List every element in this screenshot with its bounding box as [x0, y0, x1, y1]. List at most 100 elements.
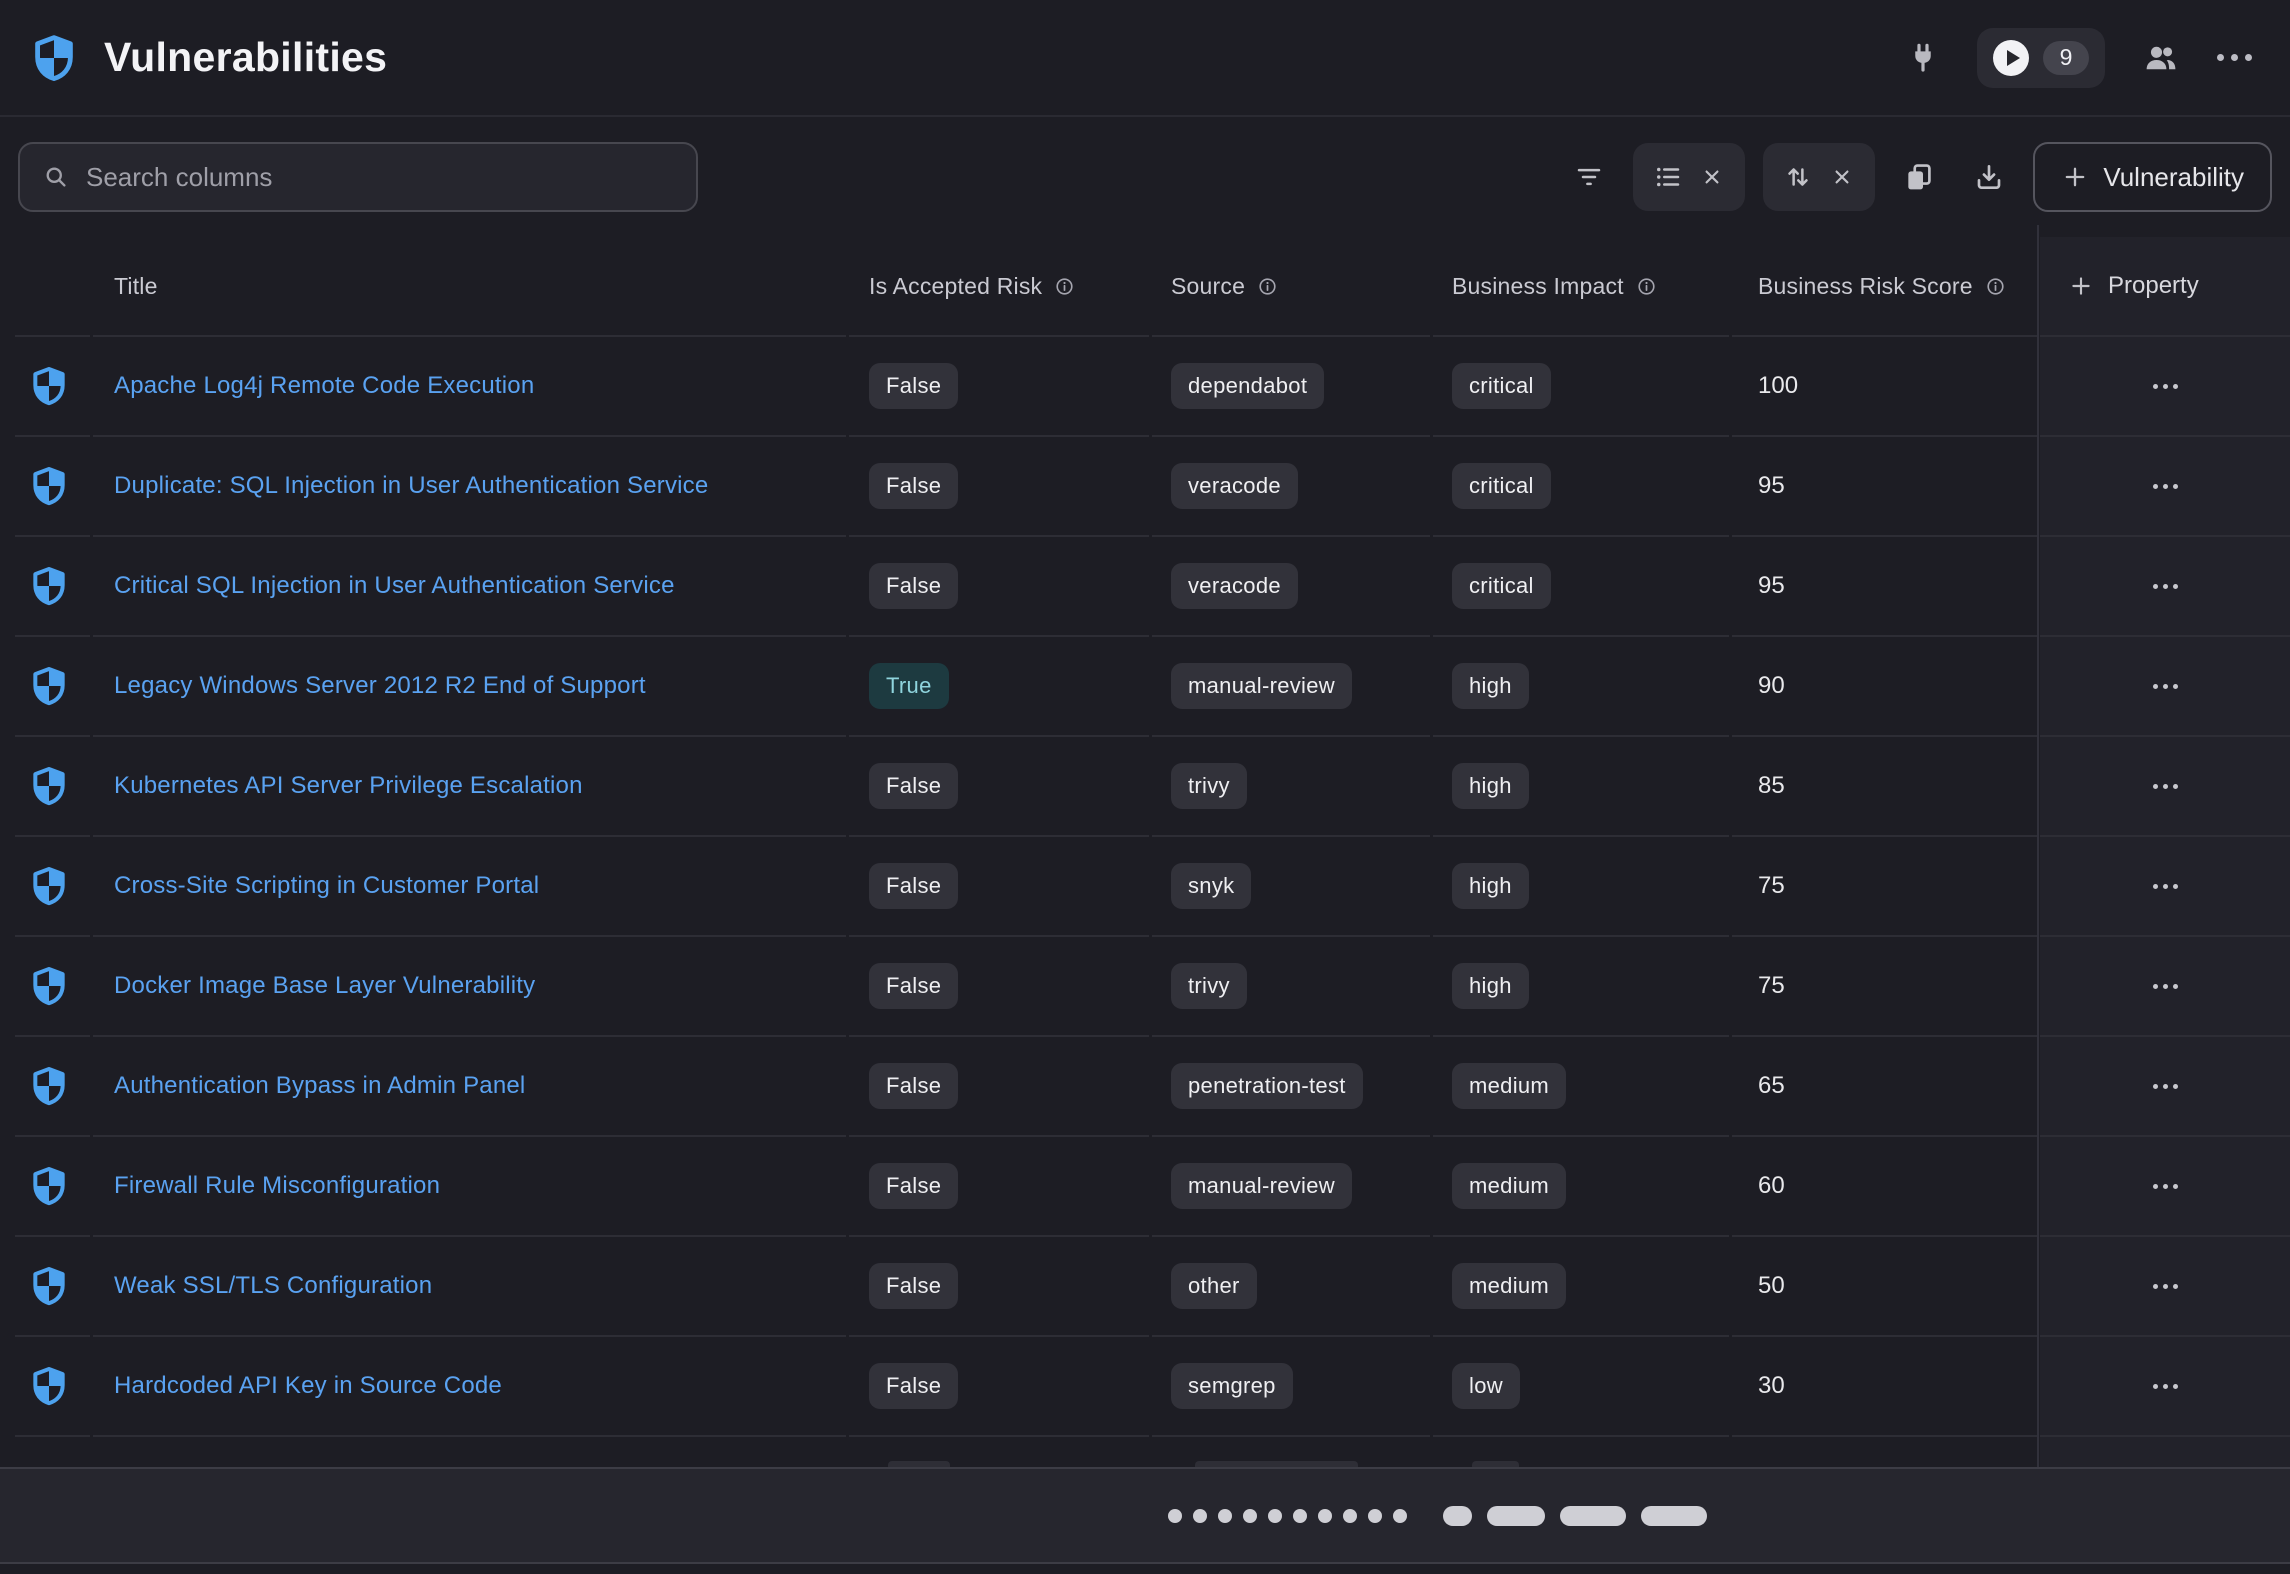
column-header-is-accepted-risk: Is Accepted Risk: [849, 237, 1149, 337]
vulnerability-title-link[interactable]: Critical SQL Injection in User Authentic…: [114, 572, 675, 600]
search-input[interactable]: [86, 162, 674, 193]
table-row: Firewall Rule Misconfiguration False man…: [0, 1137, 2290, 1237]
row-icon-cell: [15, 537, 90, 637]
runs-button[interactable]: 9: [1977, 28, 2105, 88]
row-actions-button[interactable]: [2143, 474, 2188, 499]
business-impact-badge: high: [1452, 663, 1529, 709]
plug-icon: [1907, 42, 1939, 74]
row-impact-cell: high: [1433, 637, 1729, 737]
business-risk-score-value: 60: [1758, 1172, 1785, 1200]
clear-list-button[interactable]: [1699, 143, 1725, 211]
filter-button[interactable]: [1563, 151, 1615, 203]
vulnerability-title-link[interactable]: Kubernetes API Server Privilege Escalati…: [114, 772, 583, 800]
row-actions-button[interactable]: [2143, 774, 2188, 799]
vulnerability-title-link[interactable]: Authentication Bypass in Admin Panel: [114, 1072, 525, 1100]
is-accepted-risk-badge: False: [869, 1063, 958, 1109]
add-vulnerability-label: Vulnerability: [2103, 162, 2244, 193]
source-badge: trivy: [1171, 963, 1247, 1009]
row-actions-button[interactable]: [2143, 674, 2188, 699]
app-logo-shield-icon: [30, 34, 78, 82]
skeleton-dot: [1218, 1509, 1232, 1523]
info-icon[interactable]: [1635, 275, 1658, 298]
row-actions-button[interactable]: [2143, 374, 2188, 399]
more-menu-button[interactable]: [2217, 54, 2252, 61]
source-badge: veracode: [1171, 563, 1298, 609]
vulnerability-title-link[interactable]: Cross-Site Scripting in Customer Portal: [114, 872, 539, 900]
column-header-icon-spacer: [15, 237, 90, 337]
is-accepted-risk-badge: False: [869, 463, 958, 509]
row-actions-button[interactable]: [2143, 1274, 2188, 1299]
column-label: Is Accepted Risk: [869, 273, 1042, 300]
vulnerability-shield-icon: [29, 1166, 69, 1206]
row-score-cell: 75: [1732, 837, 2037, 937]
source-badge: snyk: [1171, 863, 1251, 909]
add-vulnerability-button[interactable]: Vulnerability: [2033, 142, 2272, 212]
copy-button[interactable]: [1893, 151, 1945, 203]
users-button[interactable]: [2143, 40, 2179, 76]
row-source-cell: veracode: [1152, 537, 1430, 637]
vulnerability-title-link[interactable]: Weak SSL/TLS Configuration: [114, 1272, 432, 1300]
vulnerability-shield-icon: [29, 366, 69, 406]
list-view-button[interactable]: [1653, 143, 1683, 211]
filter-icon: [1574, 162, 1604, 192]
column-label: Title: [114, 273, 158, 300]
row-actions-button[interactable]: [2143, 1374, 2188, 1399]
row-source-cell: manual-review: [1152, 1137, 1430, 1237]
vulnerability-title-link[interactable]: Legacy Windows Server 2012 R2 End of Sup…: [114, 672, 646, 700]
add-property-button[interactable]: Property: [2040, 272, 2199, 300]
row-score-cell: 75: [1732, 937, 2037, 1037]
list-icon: [1653, 162, 1683, 192]
row-actions-button[interactable]: [2143, 1074, 2188, 1099]
skeleton-pills: [1443, 1506, 1707, 1526]
table-footer: [0, 1467, 2290, 1564]
row-actions-cell: [2040, 1237, 2290, 1337]
row-accepted-cell: False: [849, 437, 1149, 537]
run-count-badge: 9: [2043, 41, 2089, 75]
vulnerability-title-link[interactable]: Hardcoded API Key in Source Code: [114, 1372, 502, 1400]
column-header-business-risk-score: Business Risk Score: [1732, 237, 2037, 337]
skeleton-dot: [1393, 1509, 1407, 1523]
vulnerability-title-link[interactable]: Docker Image Base Layer Vulnerability: [114, 972, 535, 1000]
info-icon[interactable]: [1053, 275, 1076, 298]
row-accepted-cell: False: [849, 1137, 1149, 1237]
skeleton-dot: [1293, 1509, 1307, 1523]
info-icon[interactable]: [1984, 275, 2007, 298]
row-actions-cell: [2040, 1337, 2290, 1437]
source-badge: manual-review: [1171, 663, 1352, 709]
clear-sort-button[interactable]: [1829, 143, 1855, 211]
row-icon-cell: [15, 1237, 90, 1337]
plug-integrations-button[interactable]: [1907, 42, 1939, 74]
column-header-add-property: Property: [2040, 237, 2290, 337]
search-box[interactable]: [18, 142, 698, 212]
plus-icon: [2068, 273, 2094, 299]
vulnerability-title-link[interactable]: Duplicate: SQL Injection in User Authent…: [114, 472, 708, 500]
close-icon: [1829, 164, 1855, 190]
row-actions-button[interactable]: [2143, 874, 2188, 899]
row-impact-cell: medium: [1433, 1137, 1729, 1237]
source-badge: penetration-test: [1171, 1063, 1363, 1109]
table-row: Legacy Windows Server 2012 R2 End of Sup…: [0, 637, 2290, 737]
sort-button[interactable]: [1783, 143, 1813, 211]
toolbar: Vulnerability: [0, 117, 2290, 237]
business-impact-badge: high: [1452, 863, 1529, 909]
row-actions-button[interactable]: [2143, 574, 2188, 599]
row-title-cell: Hardcoded API Key in Source Code: [93, 1337, 846, 1437]
source-badge: other: [1171, 1263, 1257, 1309]
row-score-cell: 90: [1732, 637, 2037, 737]
table-row: Kubernetes API Server Privilege Escalati…: [0, 737, 2290, 837]
column-header-title: Title: [93, 237, 846, 337]
info-icon[interactable]: [1256, 275, 1279, 298]
vulnerability-title-link[interactable]: Apache Log4j Remote Code Execution: [114, 372, 534, 400]
vulnerability-title-link[interactable]: Firewall Rule Misconfiguration: [114, 1172, 440, 1200]
vulnerability-shield-icon: [29, 566, 69, 606]
business-impact-badge: low: [1452, 1363, 1520, 1409]
row-actions-cell: [2040, 1037, 2290, 1137]
row-title-cell: Apache Log4j Remote Code Execution: [93, 337, 846, 437]
download-button[interactable]: [1963, 151, 2015, 203]
business-risk-score-value: 95: [1758, 472, 1785, 500]
row-actions-button[interactable]: [2143, 974, 2188, 999]
row-icon-cell: [15, 437, 90, 537]
row-actions-button[interactable]: [2143, 1174, 2188, 1199]
is-accepted-risk-badge: False: [869, 963, 958, 1009]
vulnerability-shield-icon: [29, 966, 69, 1006]
